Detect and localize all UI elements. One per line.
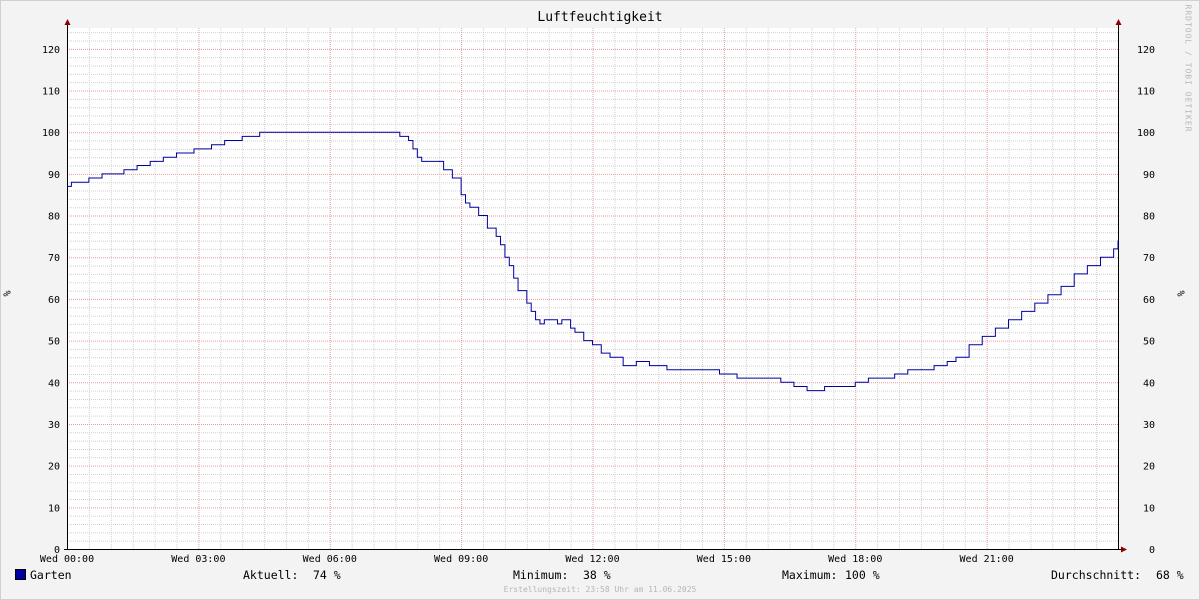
y-tick-label-right: 120 — [1137, 45, 1155, 56]
y-tick-label-left: 70 — [48, 253, 60, 264]
y-tick-label-right: 10 — [1143, 503, 1155, 514]
legend-min-value: 38 % — [583, 568, 611, 582]
y-tick-label-right: 40 — [1143, 378, 1155, 389]
legend-avg-label: Durchschnitt: — [1051, 568, 1142, 582]
legend-avg-value: 68 % — [1156, 568, 1184, 582]
y-tick-label-right: 50 — [1143, 337, 1155, 348]
y-tick-label-right: 100 — [1137, 128, 1155, 139]
creation-timestamp: Erstellungszeit: 23:58 Uhr am 11.06.2025 — [503, 585, 697, 594]
y-tick-label-right: 110 — [1137, 87, 1155, 98]
x-tick-label: Wed 12:00 — [565, 554, 619, 565]
y-tick-label-left: 100 — [42, 128, 60, 139]
x-tick-label: Wed 03:00 — [171, 554, 225, 565]
x-axis-arrow — [1121, 546, 1127, 553]
x-tick-label: Wed 21:00 — [960, 554, 1014, 565]
y-tick-label-left: 90 — [48, 170, 60, 181]
x-tick-label: Wed 15:00 — [697, 554, 751, 565]
y-tick-label-left: 60 — [48, 295, 60, 306]
y-axis-arrow-left — [64, 19, 71, 25]
y-tick-label-left: 110 — [42, 87, 60, 98]
legend-max-label: Maximum: — [782, 568, 838, 582]
y-tick-label-left: 10 — [48, 503, 60, 514]
y-tick-label-left: 80 — [48, 212, 60, 223]
y-tick-label-right: 20 — [1143, 462, 1155, 473]
chart-plot: 0 010 1020 2030 3040 4050 5060 6070 7080 8090 9010… — [40, 19, 1155, 565]
y-tick-label-right: 90 — [1143, 170, 1155, 181]
legend-swatch-garten — [15, 569, 26, 580]
x-tick-label: Wed 18:00 — [828, 554, 882, 565]
y-tick-label-right: 60 — [1143, 295, 1155, 306]
y-tick-label-left: 40 — [48, 378, 60, 389]
legend: Garten Aktuell: 74 % Minimum: 38 % Maxim… — [0, 568, 1200, 584]
x-tick-label: Wed 06:00 — [303, 554, 357, 565]
legend-series-name: Garten — [30, 568, 72, 582]
y-tick-label-right: 80 — [1143, 212, 1155, 223]
legend-min-label: Minimum: — [513, 568, 569, 582]
y-tick-label-right: 30 — [1143, 420, 1155, 431]
legend-max-value: 100 % — [845, 568, 880, 582]
y-axis-arrow-right — [1115, 19, 1122, 25]
y-tick-label-left: 50 — [48, 337, 60, 348]
y-tick-label-left: 30 — [48, 420, 60, 431]
x-tick-label: Wed 00:00 — [40, 554, 94, 565]
y-tick-label-left: 120 — [42, 45, 60, 56]
y-tick-label-right: 70 — [1143, 253, 1155, 264]
y-tick-label-right: 0 — [1149, 545, 1155, 556]
x-tick-label: Wed 09:00 — [434, 554, 488, 565]
legend-current-label: Aktuell: — [243, 568, 299, 582]
y-tick-label-left: 20 — [48, 462, 60, 473]
legend-current-value: 74 % — [313, 568, 341, 582]
